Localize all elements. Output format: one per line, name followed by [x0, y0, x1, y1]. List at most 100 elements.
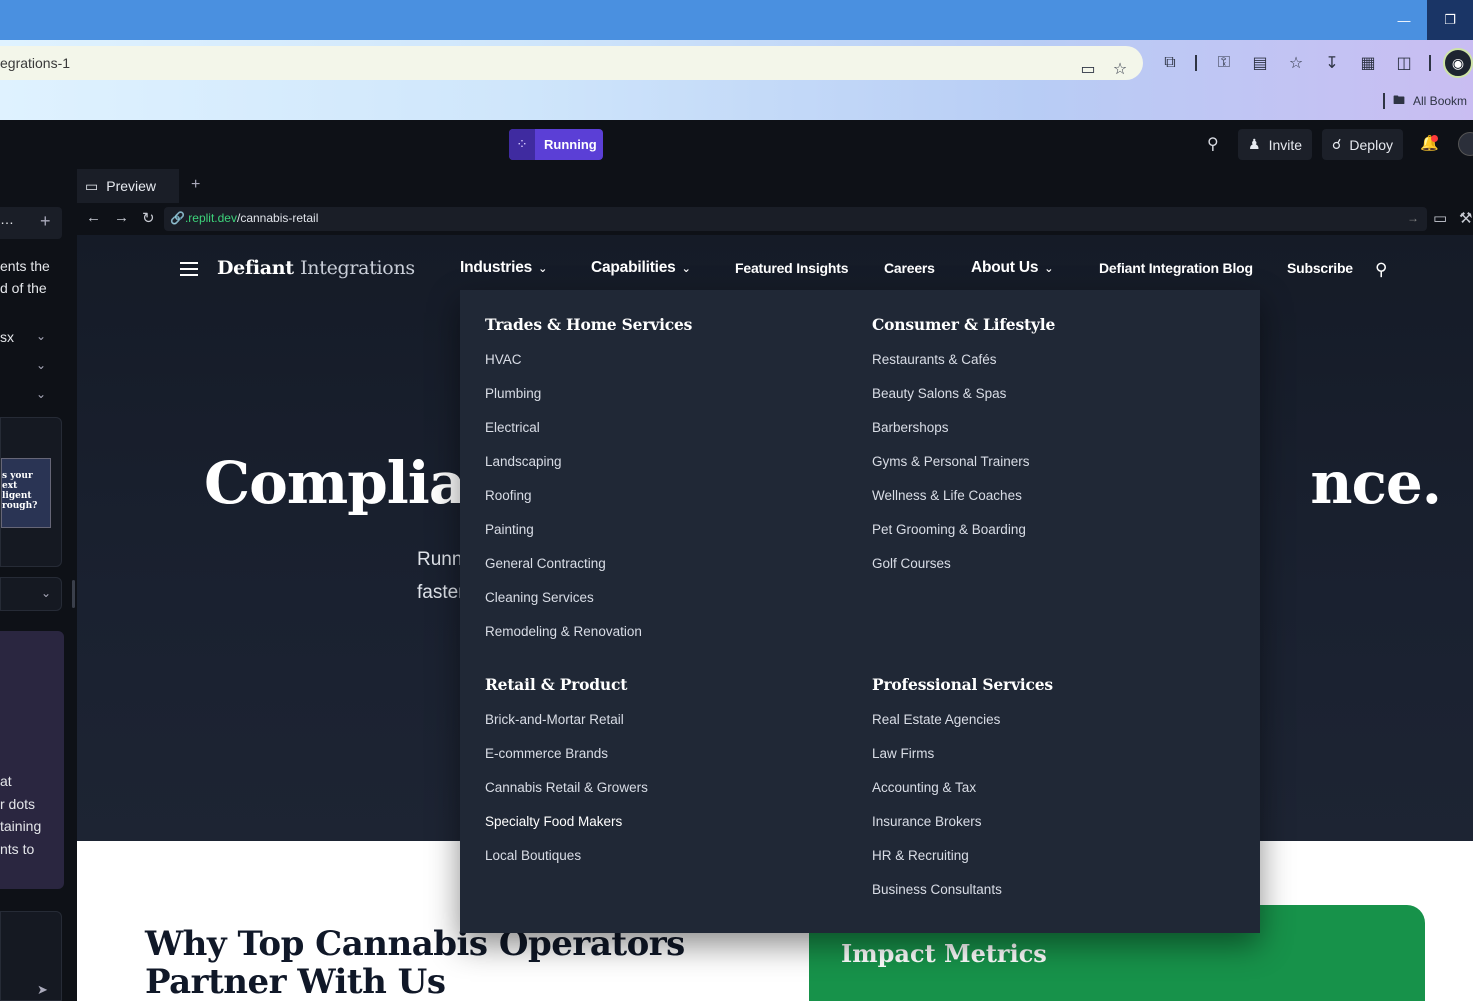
menu-item-link[interactable]: Real Estate Agencies [872, 703, 1053, 737]
menu-list: HVAC Plumbing Electrical Landscaping Roofing… [485, 343, 692, 649]
minimize-button[interactable]: — [1381, 0, 1427, 40]
screenshot-card[interactable]: s your ext ligent rough? [0, 417, 62, 567]
lens-search-icon[interactable]: ◫ [1393, 52, 1415, 74]
nav-blog[interactable]: Defiant Integration Blog [1099, 260, 1253, 276]
nav-subscribe[interactable]: Subscribe [1287, 260, 1353, 276]
deploy-icon: ☌ [1332, 136, 1342, 152]
menu-item-link[interactable]: Electrical [485, 411, 692, 445]
menu-item-link[interactable]: Cannabis Retail & Growers [485, 771, 648, 805]
agent-sidebar: … + ents the d of the sx ⌄ ⌄ ⌄ s your ex… [0, 169, 72, 1001]
hero-line-2-right: nce. [1310, 449, 1442, 517]
menu-item-link[interactable]: Accounting & Tax [872, 771, 1053, 805]
bookmark-star-icon[interactable]: ☆ [1109, 58, 1131, 80]
deploy-button[interactable]: ☌ Deploy [1322, 129, 1403, 160]
plus-icon[interactable]: + [40, 211, 51, 232]
chevron-down-icon[interactable]: ⌄ [36, 329, 46, 343]
bookmarks-bar: 🖿 All Bookm [1383, 92, 1467, 110]
menu-item-link[interactable]: General Contracting [485, 547, 692, 581]
monitor-icon: ▭ [85, 177, 99, 194]
send-icon[interactable]: ➤ [37, 982, 48, 998]
menu-item-link[interactable]: E-commerce Brands [485, 737, 648, 771]
menu-item-link[interactable]: HR & Recruiting [872, 839, 1053, 873]
collapsed-section[interactable]: ⌄ [0, 577, 62, 611]
why-section-title: Why Top Cannabis Operators Partner With … [145, 924, 685, 1001]
menu-item-link[interactable]: Brick-and-Mortar Retail [485, 703, 648, 737]
tab-layout-icon[interactable]: ▦ [1357, 52, 1379, 74]
chat-input[interactable]: ➤ [0, 911, 62, 1001]
menu-item-link[interactable]: Business Consultants [872, 873, 1053, 907]
site-brand[interactable]: Defiant Integrations [217, 257, 415, 279]
menu-item-link[interactable]: Law Firms [872, 737, 1053, 771]
tab-label: Preview [106, 178, 157, 194]
hamburger-menu-icon[interactable] [180, 262, 198, 276]
menu-item-link[interactable]: Golf Courses [872, 547, 1055, 581]
profile-avatar[interactable]: ◉ [1443, 48, 1473, 78]
menu-item-link[interactable]: Roofing [485, 479, 692, 513]
menu-item-link[interactable]: Restaurants & Cafés [872, 343, 1055, 377]
search-icon[interactable]: ⚲ [1375, 260, 1387, 280]
menu-item-link[interactable]: Plumbing [485, 377, 692, 411]
go-arrow-icon[interactable]: → [1407, 211, 1419, 225]
nav-label: Subscribe [1287, 260, 1353, 276]
url-path: /cannabis-retail [236, 211, 319, 225]
forward-arrow-icon[interactable]: → [114, 209, 129, 226]
nav-featured-insights[interactable]: Featured Insights [735, 260, 848, 276]
nav-capabilities[interactable]: Capabilities ⌄ [591, 259, 691, 277]
nav-careers[interactable]: Careers [884, 260, 935, 276]
invite-button[interactable]: ♟ Invite [1238, 129, 1313, 160]
menu-item-link[interactable]: Insurance Brokers [872, 805, 1053, 839]
add-tab-icon[interactable]: + [191, 176, 200, 194]
menu-item-link[interactable]: Cleaning Services [485, 581, 692, 615]
add-user-icon: ♟ [1248, 136, 1261, 152]
wrench-icon[interactable]: ⚒ [1459, 209, 1472, 227]
menu-item-link[interactable]: HVAC [485, 343, 692, 377]
ellipsis: … [0, 211, 14, 227]
install-app-icon[interactable]: ▭ [1077, 58, 1099, 80]
run-button[interactable]: ⁘ Running [509, 129, 603, 160]
nav-about-us[interactable]: About Us ⌄ [971, 259, 1054, 277]
brand-main: Defiant [217, 257, 294, 279]
chat-message-text: ents the d of the [0, 258, 50, 296]
menu-item-link[interactable]: Specialty Food Makers [485, 805, 648, 839]
menu-item-link[interactable]: Remodeling & Renovation [485, 615, 692, 649]
deploy-label: Deploy [1349, 136, 1393, 153]
reload-icon[interactable]: ↻ [142, 209, 155, 227]
menu-item-link[interactable]: Painting [485, 513, 692, 547]
screenshot-thumbnail: s your ext ligent rough? [1, 458, 51, 528]
chevron-down-icon[interactable]: ⌄ [36, 358, 46, 372]
chevron-down-icon[interactable]: ⌄ [36, 387, 46, 401]
new-chat-button[interactable]: … + [0, 207, 62, 239]
payment-card-icon[interactable]: ▤ [1249, 52, 1271, 74]
back-arrow-icon[interactable]: ← [86, 209, 101, 226]
menu-item-link[interactable]: Barbershops [872, 411, 1055, 445]
restore-button[interactable]: ❐ [1427, 0, 1473, 40]
menu-item-link[interactable]: Local Boutiques [485, 839, 648, 873]
agent-message-text: at r dots taining nts to [0, 773, 42, 857]
menu-item-link[interactable]: Wellness & Life Coaches [872, 479, 1055, 513]
user-avatar[interactable] [1458, 132, 1473, 156]
toolbar-divider [1195, 55, 1197, 71]
address-bar[interactable]: egrations-1 ▭ ☆ [0, 46, 1143, 80]
menu-item-link[interactable]: Beauty Salons & Spas [872, 377, 1055, 411]
browser-toolbar: egrations-1 ▭ ☆ ⧉ ⚿ ▤ ☆ ↧ ▦ ◫ ◉ 🖿 All Bo… [0, 40, 1473, 120]
favorites-icon[interactable]: ☆ [1285, 52, 1307, 74]
downloads-icon[interactable]: ↧ [1321, 52, 1343, 74]
menu-item-link[interactable]: Gyms & Personal Trainers [872, 445, 1055, 479]
notification-dot [1431, 135, 1438, 142]
preview-url-input[interactable]: 🔗.replit.dev/cannabis-retail → [164, 207, 1427, 231]
menu-list: Real Estate Agencies Law Firms Accounting … [872, 703, 1053, 907]
menu-item-link[interactable]: Landscaping [485, 445, 692, 479]
toolbar-divider [1429, 55, 1431, 71]
tab-preview[interactable]: ▭ Preview [77, 169, 179, 203]
search-icon[interactable]: ⚲ [1207, 134, 1219, 154]
nav-label: Defiant Integration Blog [1099, 260, 1253, 276]
menu-item-link[interactable]: Pet Grooming & Boarding [872, 513, 1055, 547]
nav-industries[interactable]: Industries ⌄ [460, 259, 547, 277]
extensions-icon[interactable]: ⧉ [1159, 52, 1181, 74]
devices-icon[interactable]: ▭ [1433, 209, 1447, 227]
menu-column-consumer: Consumer & Lifestyle Restaurants & Cafés… [872, 315, 1055, 581]
nav-label: About Us [971, 259, 1039, 276]
password-key-icon[interactable]: ⚿ [1213, 52, 1235, 74]
all-bookmarks-link[interactable]: All Bookm [1413, 94, 1467, 108]
panel-resize-handle[interactable] [72, 580, 75, 608]
